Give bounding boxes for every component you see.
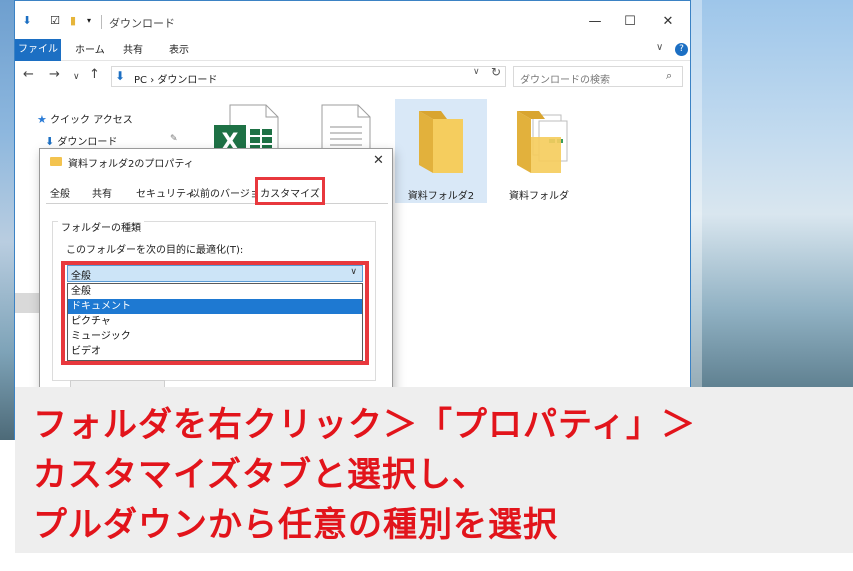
folder-type-group-title: フォルダーの種類 — [58, 219, 144, 234]
instruction-callout: フォルダを右クリック＞「プロパティ」＞ カスタマイズタブと選択し、 プルダウンか… — [15, 387, 853, 553]
refresh-icon[interactable]: ↻ — [491, 65, 501, 79]
folder-shiryo-2-label: 資料フォルダ2 — [407, 191, 475, 202]
folder-shiryo[interactable]: 資料フォルダ — [493, 99, 585, 203]
checkbox-icon[interactable]: ☑ — [49, 15, 61, 27]
callout-line-3: プルダウンから任意の種別を選択 — [33, 505, 558, 545]
callout-line-1: フォルダを右クリック＞「プロパティ」＞ — [33, 405, 696, 445]
maximize-button[interactable]: ☐ — [615, 11, 645, 33]
tab-security[interactable]: セキュリティ — [136, 185, 195, 200]
desktop-wallpaper-left — [0, 0, 14, 440]
option-music[interactable]: ミュージック — [68, 329, 362, 344]
title-bar: ⬇ ☑ ▮ ▾ ダウンロード — ☐ ✕ — [15, 1, 690, 39]
nav-quick-access-label: クイック アクセス — [50, 115, 133, 126]
address-dropdown-icon[interactable]: ∨ — [473, 67, 480, 77]
minimize-button[interactable]: — — [580, 11, 610, 33]
title-separator — [101, 15, 102, 29]
nav-quick-access[interactable]: ★ クイック アクセス — [37, 111, 133, 126]
chevron-down-icon: ∨ — [350, 267, 357, 277]
dialog-title: 資料フォルダ2のプロパティ — [68, 159, 194, 170]
nav-downloads-label: ダウンロード — [57, 137, 118, 148]
pin-icon[interactable]: ✎ — [170, 134, 178, 144]
expand-ribbon-icon[interactable]: ∨ — [656, 42, 663, 53]
search-input[interactable]: ダウンロードの検索 ⌕ — [513, 66, 683, 87]
desktop-wallpaper-right — [690, 0, 853, 390]
window-title: ダウンロード — [109, 17, 175, 30]
help-icon[interactable]: ? — [675, 43, 688, 56]
folder-shiryo-2[interactable]: 資料フォルダ2 — [395, 99, 487, 203]
folder-shiryo-label: 資料フォルダ — [509, 191, 569, 202]
tab-view[interactable]: 表示 — [169, 42, 189, 60]
forward-arrow-icon[interactable]: → — [49, 68, 60, 82]
tab-divider — [46, 203, 388, 204]
star-icon: ★ — [37, 113, 47, 126]
option-videos[interactable]: ビデオ — [68, 344, 362, 359]
customize-quick-access-icon[interactable]: ▾ — [83, 15, 95, 27]
search-placeholder: ダウンロードの検索 — [520, 75, 610, 86]
search-icon[interactable]: ⌕ — [666, 69, 672, 83]
recent-locations-icon[interactable]: ∨ — [73, 70, 80, 84]
tab-customize[interactable]: カスタマイズ — [255, 177, 325, 205]
tab-share[interactable]: 共有 — [123, 42, 143, 60]
tab-file[interactable]: ファイル — [15, 39, 61, 61]
optimize-label: このフォルダーを次の目的に最適化(T): — [66, 245, 244, 256]
download-location-icon: ⬇ — [115, 69, 126, 83]
folder-icon[interactable]: ▮ — [67, 15, 79, 27]
callout-line-2: カスタマイズタブと選択し、 — [33, 455, 487, 495]
close-icon[interactable]: ✕ — [373, 153, 384, 168]
folder-icon — [419, 111, 463, 173]
download-icon: ⬇ — [45, 135, 55, 148]
folder-type-dropdown-list: 全般 ドキュメント ピクチャ ミュージック ビデオ — [67, 283, 363, 361]
address-box[interactable]: ⬇ PC › ダウンロード — [111, 66, 506, 87]
tab-general[interactable]: 全般 — [50, 185, 70, 200]
ribbon-tabs: ファイル ホーム 共有 表示 ∨ ? — [15, 39, 690, 61]
option-general[interactable]: 全般 — [68, 284, 362, 299]
address-bar-row: ← → ∨ ↑ ⬇ PC › ダウンロード ∨ ↻ ダウンロードの検索 ⌕ — [15, 63, 690, 89]
tab-home[interactable]: ホーム — [75, 42, 105, 60]
option-documents[interactable]: ドキュメント — [68, 299, 362, 314]
folder-type-selected-value: 全般 — [71, 271, 91, 282]
up-arrow-icon[interactable]: ↑ — [89, 68, 100, 82]
tab-sharing[interactable]: 共有 — [92, 185, 112, 200]
folder-icon — [50, 157, 62, 166]
address-path[interactable]: PC › ダウンロード — [134, 71, 217, 86]
nav-downloads[interactable]: ⬇ ダウンロード — [45, 133, 117, 148]
folder-type-select[interactable]: 全般 ∨ — [67, 265, 363, 282]
close-button[interactable]: ✕ — [653, 11, 683, 33]
folder-with-documents-icon — [517, 111, 568, 173]
download-arrow-icon: ⬇ — [22, 14, 32, 27]
tab-customize-label: カスタマイズ — [260, 189, 320, 200]
option-pictures[interactable]: ピクチャ — [68, 314, 362, 329]
back-arrow-icon[interactable]: ← — [23, 68, 34, 82]
